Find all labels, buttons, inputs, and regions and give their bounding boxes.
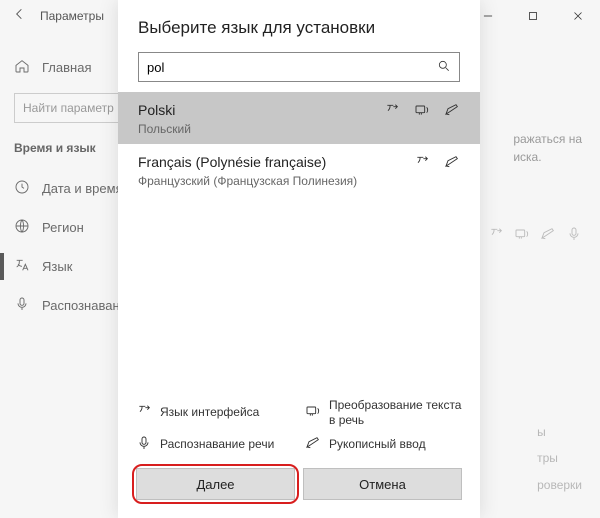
cancel-button[interactable]: Отмена — [303, 468, 462, 500]
legend-speech: Распознавание речи — [136, 435, 293, 454]
window-title: Параметры — [40, 9, 104, 23]
language-list: Polski Польский Français (Polynésie fran… — [118, 92, 480, 196]
display-icon — [414, 154, 430, 173]
feature-legend: Язык интерфейса Преобразование текста в … — [118, 390, 480, 468]
tts-icon — [414, 102, 430, 121]
language-icon — [14, 257, 30, 276]
background-links: ы тры роверки — [537, 419, 582, 498]
language-search[interactable] — [138, 52, 460, 82]
hand-icon — [444, 154, 460, 173]
language-native-name: Français (Polynésie française) — [138, 154, 460, 170]
sidebar-item-label: Язык — [42, 259, 72, 274]
back-button[interactable] — [0, 6, 40, 27]
sidebar-item-label: Регион — [42, 220, 84, 235]
next-button[interactable]: Далее — [136, 468, 295, 500]
dialog-title: Выберите язык для установки — [118, 0, 480, 52]
language-item-polski[interactable]: Polski Польский — [118, 92, 480, 144]
sidebar-item-label: Главная — [42, 60, 91, 75]
legend-display: Язык интерфейса — [136, 398, 293, 427]
dialog-buttons: Далее Отмена — [118, 468, 480, 518]
language-search-input[interactable] — [147, 60, 437, 75]
sidebar-item-label: Распознавани — [42, 298, 127, 313]
window-controls — [465, 0, 600, 32]
language-feature-icons — [384, 102, 460, 121]
display-icon — [488, 226, 504, 245]
hand-icon — [540, 226, 556, 245]
globe-icon — [14, 218, 30, 237]
home-icon — [14, 58, 30, 77]
legend-handwriting: Рукописный ввод — [305, 435, 462, 454]
hand-icon — [444, 102, 460, 121]
choose-language-dialog: Выберите язык для установки Polski Польс… — [118, 0, 480, 518]
legend-tts: Преобразование текста в речь — [305, 398, 462, 427]
background-text: ражаться на иска. — [513, 130, 582, 166]
tts-icon — [514, 226, 530, 245]
language-item-francais[interactable]: Français (Polynésie française) Французск… — [118, 144, 480, 196]
maximize-button[interactable] — [510, 0, 555, 32]
language-feature-icons — [414, 154, 460, 173]
search-icon — [437, 59, 451, 76]
search-placeholder: Найти параметр — [23, 101, 114, 115]
language-local-name: Французский (Французская Полинезия) — [138, 174, 460, 188]
display-icon — [384, 102, 400, 121]
language-local-name: Польский — [138, 122, 460, 136]
background-feature-icons — [488, 226, 582, 245]
mic-icon — [14, 296, 30, 315]
sidebar-item-label: Дата и время — [42, 181, 123, 196]
tts-icon — [305, 403, 321, 422]
hand-icon — [305, 435, 321, 454]
clock-icon — [14, 179, 30, 198]
close-button[interactable] — [555, 0, 600, 32]
mic-icon — [566, 226, 582, 245]
mic-icon — [136, 435, 152, 454]
display-icon — [136, 403, 152, 422]
